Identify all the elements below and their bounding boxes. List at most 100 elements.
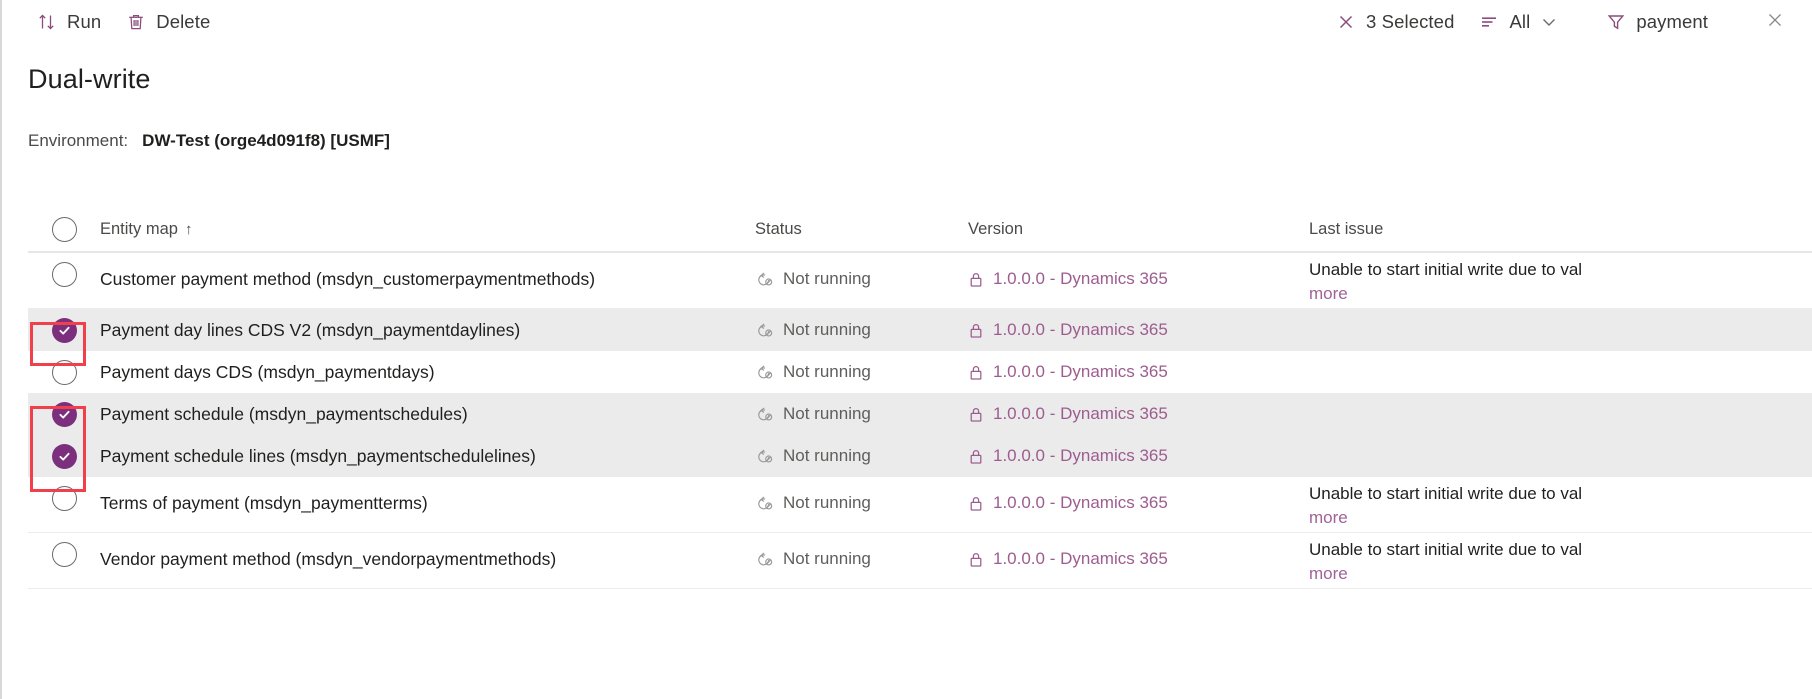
delete-button-label: Delete [156, 11, 210, 33]
status-label: Not running [783, 404, 871, 424]
left-edge-rail [0, 0, 2, 699]
entity-map-name-cell[interactable]: Customer payment method (msdyn_customerp… [100, 253, 755, 305]
column-header-last-issue[interactable]: Last issue [1309, 220, 1812, 239]
grid-body: Customer payment method (msdyn_customerp… [28, 253, 1812, 589]
table-row[interactable]: Payment days CDS (msdyn_paymentdays) Not … [28, 351, 1812, 393]
row-select-cell[interactable] [28, 533, 100, 589]
close-x-icon [1335, 11, 1357, 33]
entity-map-name-cell[interactable]: Payment days CDS (msdyn_paymentdays) [100, 351, 755, 393]
lock-icon [968, 495, 984, 512]
delete-button[interactable]: Delete [113, 2, 222, 42]
entity-map-name-cell[interactable]: Vendor payment method (msdyn_vendorpayme… [100, 533, 755, 585]
run-button[interactable]: Run [24, 2, 113, 42]
table-row[interactable]: Vendor payment method (msdyn_vendorpayme… [28, 533, 1812, 589]
row-checkbox[interactable] [52, 542, 77, 567]
status-label: Not running [783, 446, 871, 466]
environment-label: Environment: [28, 131, 128, 151]
status-cell: Not running [755, 435, 968, 477]
last-issue-cell: Unable to start initial write due to val… [1309, 253, 1812, 306]
version-label: 1.0.0.0 - Dynamics 365 [993, 362, 1168, 382]
lock-icon [968, 364, 984, 381]
row-select-cell[interactable] [28, 309, 100, 351]
table-row[interactable]: Payment schedule lines (msdyn_paymentsch… [28, 435, 1812, 477]
sync-disabled-icon [755, 405, 774, 424]
command-bar-left-group: Run Delete [2, 2, 222, 42]
version-cell[interactable]: 1.0.0.0 - Dynamics 365 [968, 533, 1309, 585]
row-select-cell[interactable] [28, 477, 100, 533]
column-header-entity-map[interactable]: Entity map ↑ [100, 220, 755, 239]
run-button-label: Run [67, 11, 101, 33]
table-row[interactable]: Payment schedule (msdyn_paymentschedules… [28, 393, 1812, 435]
lock-icon [968, 551, 984, 568]
entity-map-name-cell[interactable]: Payment schedule (msdyn_paymentschedules… [100, 393, 755, 435]
column-header-entity-map-label: Entity map [100, 220, 178, 239]
status-cell: Not running [755, 351, 968, 393]
table-row[interactable]: Payment day lines CDS V2 (msdyn_paymentd… [28, 309, 1812, 351]
entity-map-name-cell[interactable]: Payment day lines CDS V2 (msdyn_paymentd… [100, 309, 755, 351]
status-cell: Not running [755, 477, 968, 529]
last-issue-more-link[interactable]: more [1309, 282, 1812, 306]
sync-disabled-icon [755, 270, 774, 289]
row-checkbox[interactable] [52, 360, 77, 385]
version-cell[interactable]: 1.0.0.0 - Dynamics 365 [968, 253, 1309, 305]
last-issue-text: Unable to start initial write due to val [1309, 540, 1582, 559]
entity-map-name: Payment schedule (msdyn_paymentschedules… [100, 404, 468, 424]
last-issue-more-link[interactable]: more [1309, 506, 1812, 530]
chevron-down-icon [1539, 11, 1559, 33]
filter-button[interactable]: payment [1593, 2, 1720, 42]
entity-map-name-cell[interactable]: Terms of payment (msdyn_paymentterms) [100, 477, 755, 529]
sync-disabled-icon [755, 550, 774, 569]
status-label: Not running [783, 549, 871, 569]
select-all-checkbox[interactable] [52, 217, 77, 242]
lock-icon [968, 406, 984, 423]
view-selector-label: All [1509, 11, 1530, 33]
trash-icon [125, 11, 147, 33]
environment-row: Environment: DW-Test (orge4d091f8) [USMF… [28, 131, 390, 151]
last-issue-text: Unable to start initial write due to val [1309, 260, 1582, 279]
version-cell[interactable]: 1.0.0.0 - Dynamics 365 [968, 393, 1309, 435]
status-label: Not running [783, 320, 871, 340]
status-cell: Not running [755, 393, 968, 435]
column-header-status[interactable]: Status [755, 220, 968, 239]
view-selector-button[interactable]: All [1466, 2, 1571, 42]
sort-arrows-icon [36, 11, 58, 33]
version-label: 1.0.0.0 - Dynamics 365 [993, 320, 1168, 340]
sort-ascending-icon: ↑ [185, 221, 193, 238]
column-header-version[interactable]: Version [968, 220, 1309, 239]
status-label: Not running [783, 493, 871, 513]
filter-value-label: payment [1636, 11, 1708, 33]
row-select-cell[interactable] [28, 435, 100, 477]
status-cell: Not running [755, 533, 968, 585]
status-label: Not running [783, 362, 871, 382]
table-row[interactable]: Customer payment method (msdyn_customerp… [28, 253, 1812, 309]
row-checkbox[interactable] [52, 262, 77, 287]
last-issue-cell: Unable to start initial write due to val… [1309, 477, 1812, 530]
row-checkbox-checked[interactable] [52, 318, 77, 343]
row-select-cell[interactable] [28, 393, 100, 435]
lock-icon [968, 322, 984, 339]
grid-header-row: Entity map ↑ Status Version Last issue [28, 207, 1812, 253]
entity-map-grid: Entity map ↑ Status Version Last issue C… [28, 207, 1812, 589]
funnel-icon [1605, 11, 1627, 33]
version-cell[interactable]: 1.0.0.0 - Dynamics 365 [968, 435, 1309, 477]
status-cell: Not running [755, 253, 968, 305]
row-select-cell[interactable] [28, 351, 100, 393]
entity-map-name: Vendor payment method (msdyn_vendorpayme… [100, 549, 556, 569]
close-panel-button[interactable] [1754, 1, 1796, 43]
selected-count-button[interactable]: 3 Selected [1323, 2, 1466, 42]
version-cell[interactable]: 1.0.0.0 - Dynamics 365 [968, 309, 1309, 351]
selected-count-label: 3 Selected [1366, 11, 1454, 33]
row-checkbox-checked[interactable] [52, 444, 77, 469]
row-checkbox-checked[interactable] [52, 402, 77, 427]
lock-icon [968, 271, 984, 288]
last-issue-more-link[interactable]: more [1309, 562, 1812, 586]
version-label: 1.0.0.0 - Dynamics 365 [993, 549, 1168, 569]
select-all-cell[interactable] [28, 208, 100, 250]
row-select-cell[interactable] [28, 253, 100, 309]
table-row[interactable]: Terms of payment (msdyn_paymentterms) Not… [28, 477, 1812, 533]
version-cell[interactable]: 1.0.0.0 - Dynamics 365 [968, 477, 1309, 529]
entity-map-name-cell[interactable]: Payment schedule lines (msdyn_paymentsch… [100, 435, 755, 477]
version-cell[interactable]: 1.0.0.0 - Dynamics 365 [968, 351, 1309, 393]
sync-disabled-icon [755, 363, 774, 382]
row-checkbox[interactable] [52, 486, 77, 511]
